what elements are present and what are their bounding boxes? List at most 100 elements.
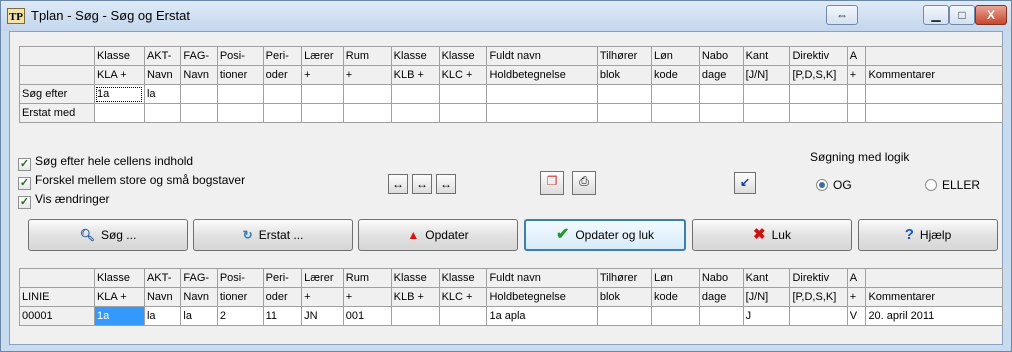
- search-row-cell[interactable]: [846, 84, 867, 104]
- search-row-cell[interactable]: [438, 84, 488, 104]
- search-row-cell[interactable]: 1a: [93, 84, 145, 104]
- column-header: tioner: [216, 65, 264, 85]
- table-cell[interactable]: 20. april 2011: [865, 306, 1003, 326]
- og-radio[interactable]: [816, 179, 828, 191]
- copy-button[interactable]: ❐: [540, 171, 564, 195]
- table-cell[interactable]: 1a: [93, 306, 145, 326]
- table-cell[interactable]: [438, 306, 488, 326]
- table-cell[interactable]: 001: [342, 306, 392, 326]
- restore-size-button[interactable]: ⇔: [826, 5, 858, 25]
- case-sensitive-checkbox[interactable]: ✓: [18, 177, 31, 190]
- close-window-button[interactable]: X: [975, 5, 1007, 25]
- column-header: Navn: [143, 65, 182, 85]
- question-mark-icon: ?: [904, 226, 914, 243]
- search-row-cell[interactable]: [180, 84, 218, 104]
- replace-row-cell[interactable]: [742, 103, 791, 123]
- search-button[interactable]: 🔍︎ Søg ...: [28, 219, 188, 251]
- search-row-cell[interactable]: [742, 84, 791, 104]
- replace-row-cell[interactable]: [698, 103, 744, 123]
- show-changes-option[interactable]: ✓ Vis ændringer: [18, 192, 109, 209]
- column-header: blok: [596, 287, 652, 307]
- help-button[interactable]: ? Hjælp: [858, 219, 998, 251]
- replace-row-cell[interactable]: [486, 103, 598, 123]
- update-and-close-button[interactable]: ✔ Opdater og luk: [524, 219, 686, 251]
- column-header: +: [846, 287, 867, 307]
- search-header-row: Klasse AKT- FAG- Posi- Peri- Lærer Rum Klasse Kl…: [19, 46, 1003, 66]
- search-row-cell[interactable]: [650, 84, 700, 104]
- table-cell[interactable]: JN: [301, 306, 344, 326]
- logic-group-label: Søgning med logik: [810, 150, 910, 164]
- apply-arrow-button[interactable]: ↙: [734, 172, 756, 194]
- replace-row-cell[interactable]: [301, 103, 344, 123]
- table-cell[interactable]: la: [143, 306, 182, 326]
- replace-row-cell[interactable]: [846, 103, 867, 123]
- whole-cell-option[interactable]: ✓ Søg efter hele cellens indhold: [18, 154, 193, 171]
- green-check-icon: ✔: [555, 226, 570, 243]
- table-cell[interactable]: 11: [262, 306, 303, 326]
- search-row-cell[interactable]: [789, 84, 848, 104]
- column-header: Nabo: [698, 268, 744, 288]
- replace-row-cell[interactable]: [180, 103, 218, 123]
- maximize-button[interactable]: □: [949, 5, 975, 25]
- replace-row-cell[interactable]: [262, 103, 303, 123]
- help-button-label: Hjælp: [919, 228, 952, 242]
- table-cell[interactable]: 2: [216, 306, 264, 326]
- search-row-cell[interactable]: [301, 84, 344, 104]
- replace-button[interactable]: ↻ Erstat ...: [193, 219, 353, 251]
- table-row[interactable]: 00001 1a la la 2 11 JN 001 1a apla J V 20. april 20…: [19, 306, 1003, 326]
- column-header: tioner: [216, 287, 264, 307]
- column-header: [P,D,S,K]: [789, 65, 848, 85]
- logic-og-option[interactable]: OG: [816, 178, 852, 192]
- whole-cell-checkbox[interactable]: ✓: [18, 158, 31, 171]
- search-row-cell[interactable]: la: [143, 84, 182, 104]
- eller-radio[interactable]: [925, 179, 937, 191]
- row-number-cell[interactable]: 00001: [19, 306, 95, 326]
- table-cell[interactable]: J: [742, 306, 791, 326]
- table-cell[interactable]: 1a apla: [486, 306, 598, 326]
- table-cell[interactable]: [596, 306, 652, 326]
- close-button[interactable]: ✖ Luk: [692, 219, 852, 251]
- replace-row-cell[interactable]: [650, 103, 700, 123]
- replace-row-cell[interactable]: [390, 103, 440, 123]
- table-cell[interactable]: [650, 306, 700, 326]
- update-button[interactable]: ▲ Opdater: [358, 219, 518, 251]
- title-bar[interactable]: TP Tplan - Søg - Søg og Erstat ⇔ ▁ □ X: [1, 1, 1011, 31]
- search-row-cell[interactable]: [865, 84, 1003, 104]
- replace-row-cell[interactable]: [143, 103, 182, 123]
- replace-row-cell[interactable]: [216, 103, 264, 123]
- replace-row-cell[interactable]: [596, 103, 652, 123]
- replace-button-label: Erstat ...: [258, 228, 304, 242]
- column-header: KLA +: [93, 287, 145, 307]
- column-header: KLC +: [438, 287, 488, 307]
- column-header: KLC +: [438, 65, 488, 85]
- search-row-cell[interactable]: [390, 84, 440, 104]
- table-cell[interactable]: [390, 306, 440, 326]
- search-row-cell[interactable]: [596, 84, 652, 104]
- table-cell[interactable]: [698, 306, 744, 326]
- printer-icon: ⎙: [579, 174, 589, 188]
- search-row-cell[interactable]: [342, 84, 392, 104]
- search-row-cell[interactable]: [698, 84, 744, 104]
- table-cell[interactable]: V: [846, 306, 867, 326]
- column-header: Klasse: [93, 46, 145, 66]
- table-cell[interactable]: la: [180, 306, 218, 326]
- column-width-button-2[interactable]: ↔: [412, 174, 432, 194]
- case-sensitive-option[interactable]: ✓ Forskel mellem store og små bogstaver: [18, 173, 245, 190]
- replace-row-cell[interactable]: [789, 103, 848, 123]
- search-row-cell[interactable]: [486, 84, 598, 104]
- search-row-cell[interactable]: [216, 84, 264, 104]
- show-changes-checkbox[interactable]: ✓: [18, 196, 31, 209]
- replace-row-cell[interactable]: [438, 103, 488, 123]
- logic-eller-option[interactable]: ELLER: [925, 178, 980, 192]
- column-width-button-3[interactable]: ↔: [436, 174, 456, 194]
- table-cell[interactable]: [789, 306, 848, 326]
- column-width-button-1[interactable]: ↔: [388, 174, 408, 194]
- column-header: blok: [596, 65, 652, 85]
- column-header: [J/N]: [742, 65, 791, 85]
- search-row-cell[interactable]: [262, 84, 303, 104]
- minimize-button[interactable]: ▁: [923, 5, 949, 25]
- print-button[interactable]: ⎙: [572, 171, 596, 195]
- replace-row-cell[interactable]: [93, 103, 145, 123]
- replace-row-cell[interactable]: [865, 103, 1003, 123]
- replace-row-cell[interactable]: [342, 103, 392, 123]
